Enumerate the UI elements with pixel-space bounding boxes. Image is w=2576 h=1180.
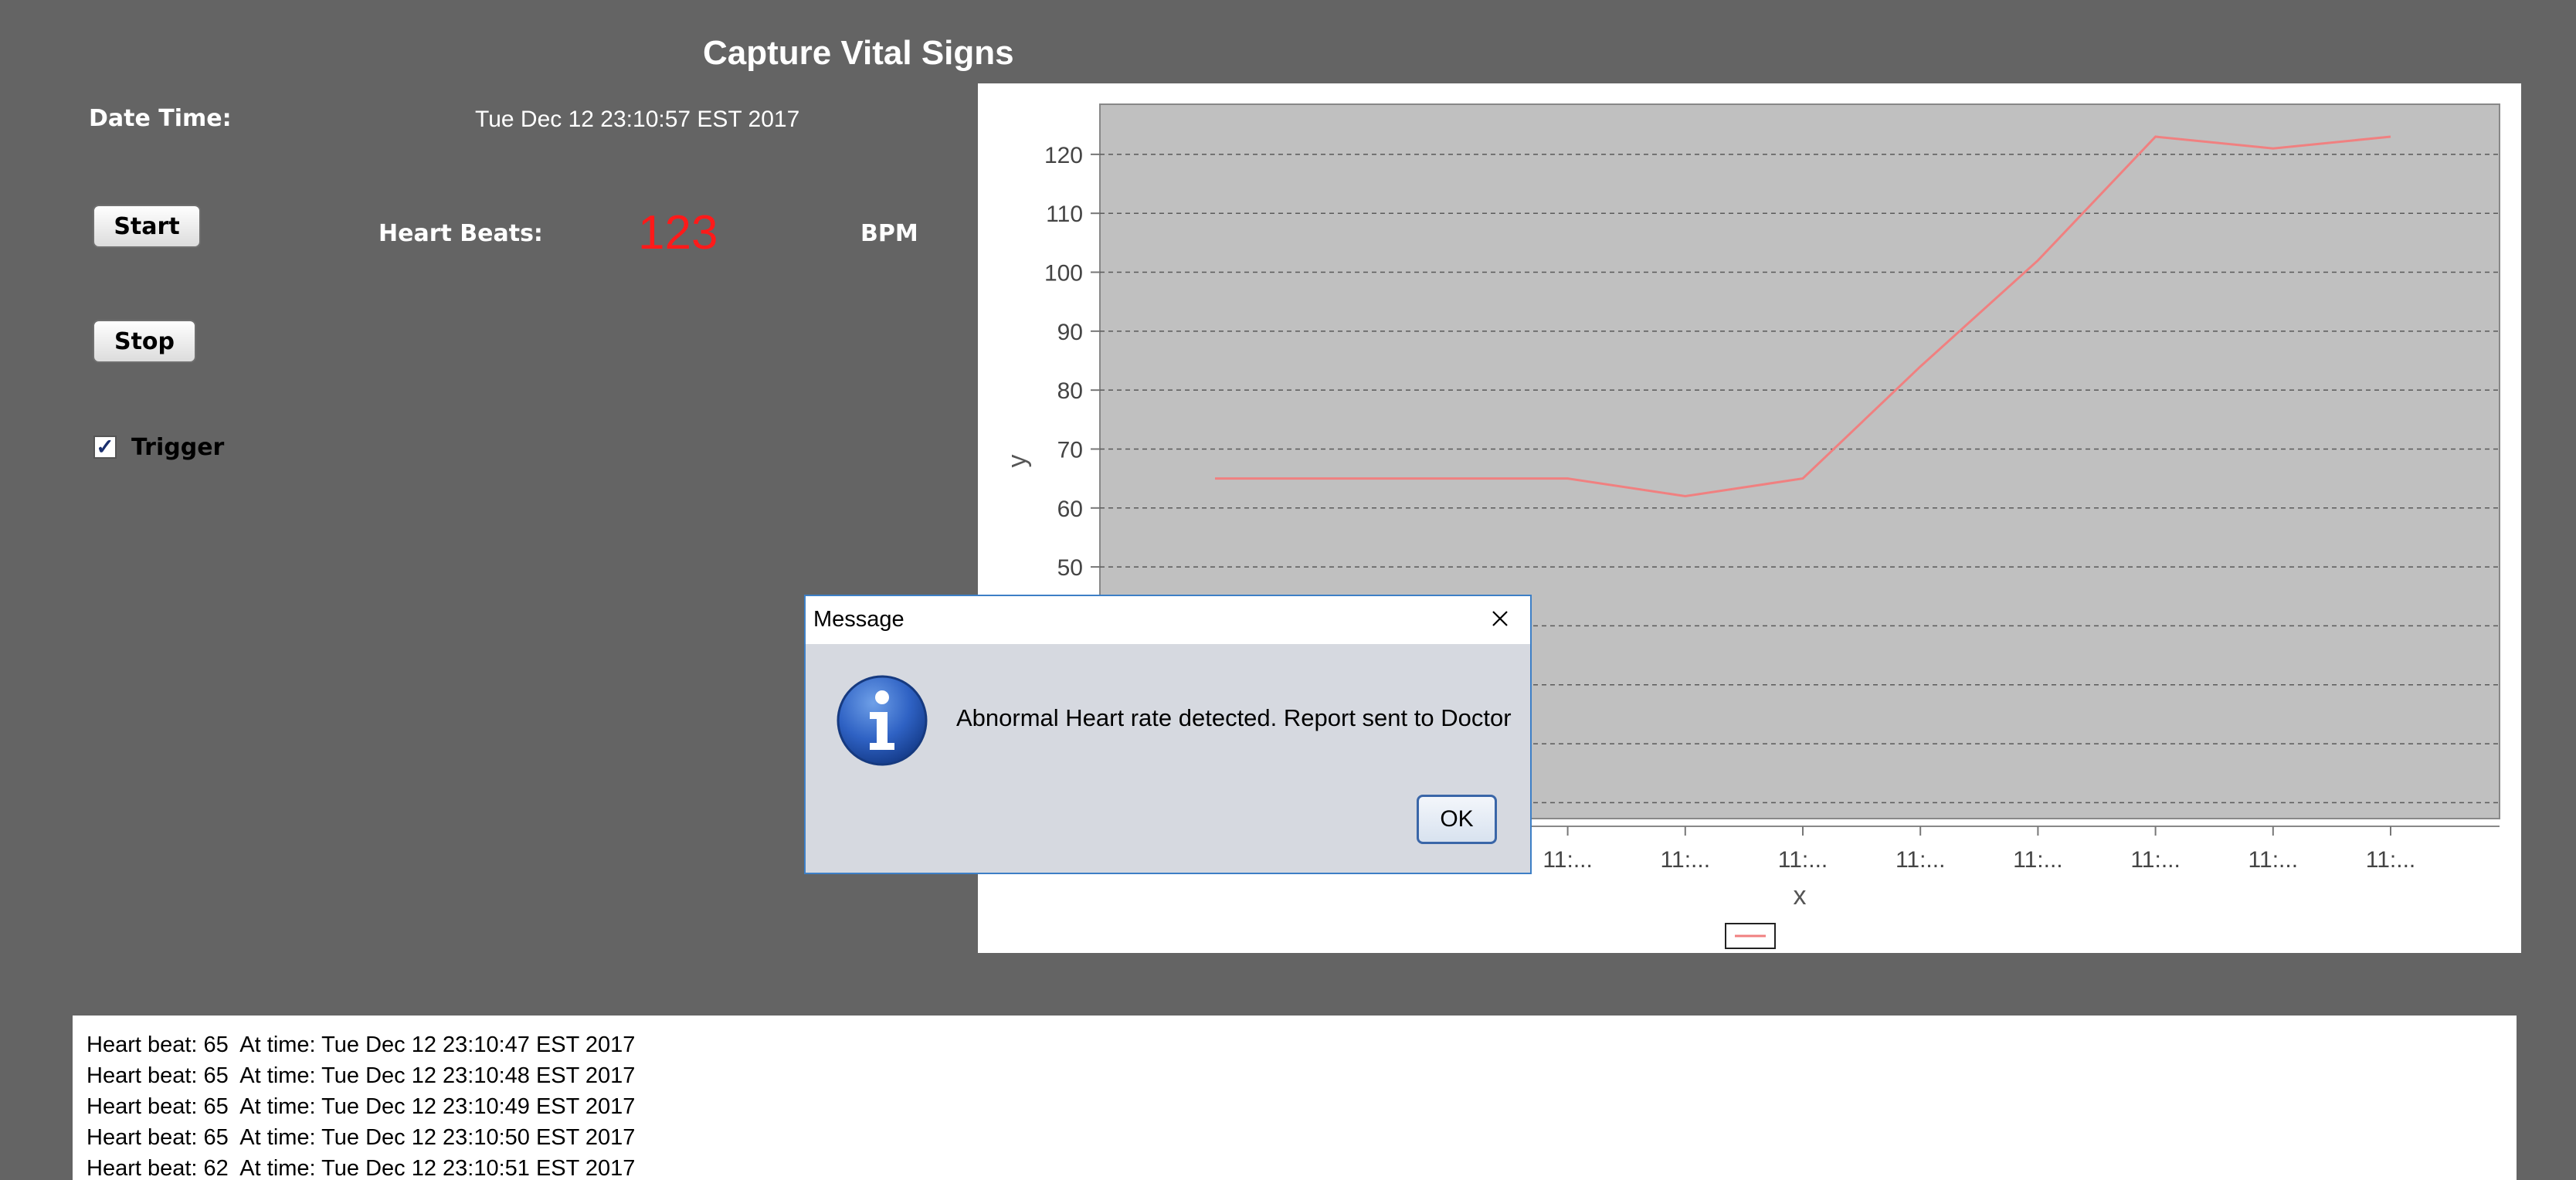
y-tick-label: 90 [1057,320,1083,345]
message-dialog: Message Abnormal Heart rate detected. Re… [804,595,1532,874]
y-axis-label: y [1003,455,1032,468]
ok-button[interactable]: OK [1417,795,1497,844]
heart-beat-log: Heart beat: 65 At time: Tue Dec 12 23:10… [73,1016,2517,1180]
heart-beats-label: Heart Beats: [378,220,543,247]
log-line: Heart beat: 65 At time: Tue Dec 12 23:10… [87,1032,636,1057]
log-line: Heart beat: 65 At time: Tue Dec 12 23:10… [87,1063,636,1088]
date-time-label: Date Time: [89,105,232,132]
y-tick-label: 120 [1044,143,1083,168]
check-icon: ✓ [96,435,114,459]
x-tick-label: 11:... [2366,847,2415,873]
stop-button[interactable]: Stop [93,320,196,363]
y-tick-label: 100 [1044,261,1083,287]
dialog-message: Abnormal Heart rate detected. Report sen… [956,704,1512,731]
close-icon[interactable] [1482,601,1518,636]
y-tick-label: 110 [1046,202,1083,227]
x-axis-label: x [1794,881,1807,910]
x-tick-label: 11:... [2248,847,2298,873]
x-tick-label: 11:... [1778,847,1828,873]
x-tick-label: 11:... [1896,847,1945,873]
trigger-checkbox[interactable]: ✓ [93,436,117,459]
x-tick-label: 11:... [1661,847,1710,873]
x-tick-label: 11:... [1543,847,1592,873]
y-tick-label: 80 [1057,378,1083,404]
log-line: Heart beat: 65 At time: Tue Dec 12 23:10… [87,1125,636,1150]
dialog-title-bar: Message [806,596,1530,644]
start-button[interactable]: Start [93,205,201,248]
info-icon [837,675,928,766]
heart-beats-value: 123 [638,206,718,259]
trigger-label: Trigger [131,434,225,461]
y-tick-label: 60 [1057,497,1083,522]
x-tick-label: 11:... [2130,847,2180,873]
bpm-unit-label: BPM [860,220,918,247]
y-tick-label: 70 [1057,437,1083,463]
y-tick-label: 50 [1057,555,1083,581]
log-line: Heart beat: 65 At time: Tue Dec 12 23:10… [87,1094,636,1119]
date-time-value: Tue Dec 12 23:10:57 EST 2017 [475,107,800,132]
dialog-title: Message [813,607,904,632]
x-tick-label: 11:... [2013,847,2062,873]
log-line: Heart beat: 62 At time: Tue Dec 12 23:10… [87,1156,636,1180]
app-title: Capture Vital Signs [703,34,1014,72]
